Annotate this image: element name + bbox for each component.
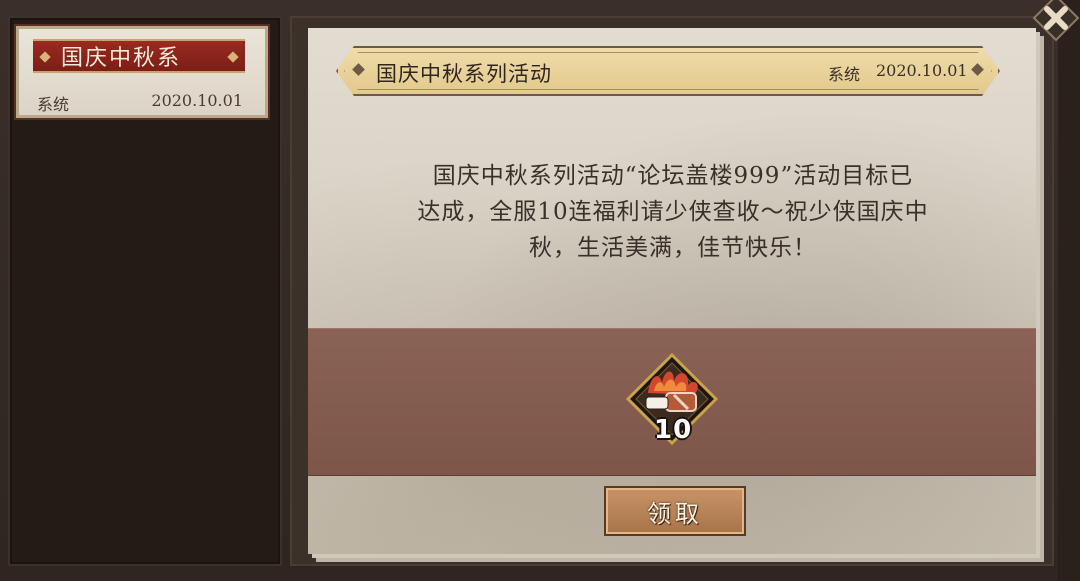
- claim-button[interactable]: 领取: [604, 486, 746, 536]
- mail-item-title-ribbon: 国庆中秋系: [33, 39, 245, 73]
- mail-list-item[interactable]: 国庆中秋系 系统 2020.10.01: [16, 26, 268, 118]
- mail-title: 国庆中秋系列活动: [376, 62, 552, 86]
- window-right-edge: [1058, 0, 1080, 581]
- mail-item-date: 2020.10.01: [151, 91, 243, 110]
- close-x-icon: [1032, 0, 1080, 42]
- mail-sender: 系统: [828, 65, 861, 84]
- mail-date: 2020.10.01: [876, 61, 968, 80]
- close-button[interactable]: [1030, 0, 1080, 44]
- reward-item[interactable]: 10: [625, 352, 719, 446]
- reward-count: 10: [654, 415, 693, 445]
- reward-area: 10: [308, 328, 1036, 476]
- mail-body-line: 达成，全服10连福利请少侠查收～祝少侠国庆中: [417, 199, 929, 225]
- mail-paper: 国庆中秋系列活动 系统 2020.10.01 国庆中秋系列活动“论坛盖楼999”…: [308, 28, 1036, 554]
- mail-header: 国庆中秋系列活动 系统 2020.10.01: [336, 46, 1000, 96]
- mail-detail-panel: 国庆中秋系列活动 系统 2020.10.01 国庆中秋系列活动“论坛盖楼999”…: [290, 16, 1054, 566]
- claim-button-label: 领取: [647, 499, 703, 528]
- mail-body-line: 国庆中秋系列活动“论坛盖楼999”活动目标已: [432, 163, 914, 189]
- mail-body: 国庆中秋系列活动“论坛盖楼999”活动目标已 达成，全服10连福利请少侠查收～祝…: [368, 158, 978, 266]
- mail-item-title: 国庆中秋系: [61, 46, 182, 71]
- mail-list-sidebar: 国庆中秋系 系统 2020.10.01: [8, 16, 282, 566]
- mail-body-line: 秋，生活美满，佳节快乐！: [529, 235, 817, 261]
- mail-item-sender: 系统: [37, 95, 70, 114]
